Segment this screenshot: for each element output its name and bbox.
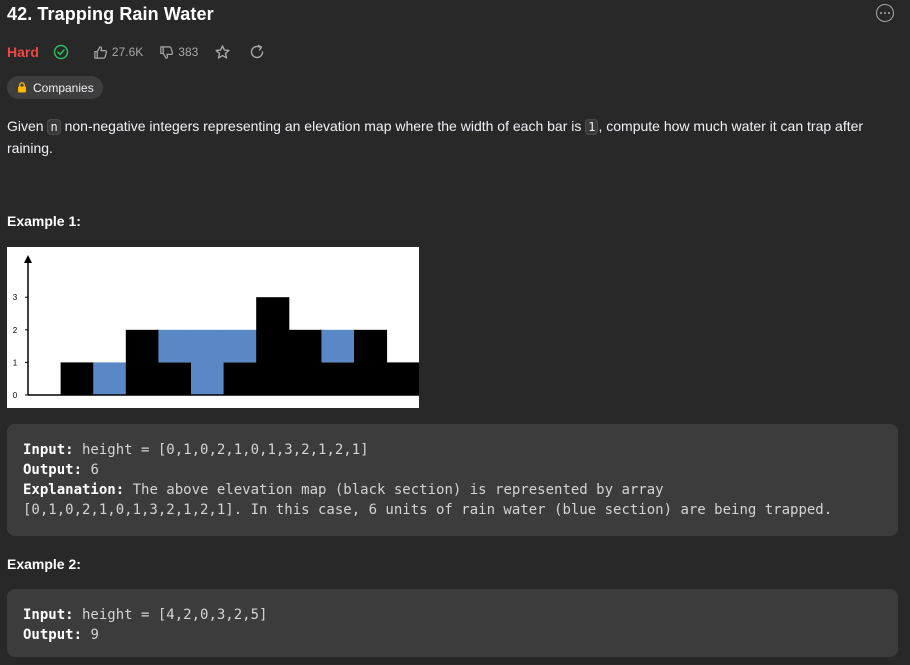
- inline-code-1: 1: [585, 119, 599, 135]
- water-block: [191, 329, 225, 395]
- input-value: height = [4,2,0,3,2,5]: [73, 607, 268, 623]
- input-label: Input:: [23, 442, 74, 458]
- output-value: 9: [82, 627, 99, 643]
- elevation-bar: [288, 329, 322, 395]
- example1-codeblock: Input: height = [0,1,0,2,1,0,1,3,2,1,2,1…: [7, 424, 898, 536]
- like-count: 27.6K: [111, 45, 144, 59]
- water-block: [158, 329, 192, 363]
- example1-title: Example 1:: [7, 213, 81, 229]
- more-icon[interactable]: [876, 4, 894, 22]
- water-block: [223, 329, 257, 363]
- example2-title: Example 2:: [7, 556, 81, 572]
- elevation-map-chart: 0 1 2 3: [13, 255, 420, 400]
- water-block: [93, 362, 127, 395]
- difficulty-badge: Hard: [7, 44, 39, 60]
- elevation-bar: [125, 329, 159, 395]
- problem-meta-row: Hard 27.6K 383: [7, 42, 265, 62]
- dislike-count: 383: [178, 45, 199, 59]
- elevation-map-figure: 0 1 2 3: [7, 247, 420, 408]
- elevation-bar: [223, 362, 257, 395]
- y-tick-label: 3: [13, 293, 18, 302]
- elevation-bar: [386, 362, 420, 395]
- thumb-down-icon: [160, 45, 174, 59]
- elevation-bar: [321, 362, 355, 395]
- thumb-up-icon: [94, 45, 107, 59]
- check-circle-icon: [53, 44, 69, 60]
- explanation-value: The above elevation map (black section) …: [124, 482, 664, 498]
- output-label: Output:: [23, 627, 83, 643]
- output-label: Output:: [23, 462, 83, 478]
- y-tick-label: 1: [13, 358, 18, 367]
- y-axis-arrow: [24, 255, 32, 263]
- companies-label: Companies: [33, 80, 94, 95]
- elevation-bar: [60, 362, 94, 395]
- y-tick-label: 0: [13, 391, 18, 400]
- companies-tag[interactable]: Companies: [7, 76, 103, 99]
- like-button[interactable]: 27.6K: [93, 45, 143, 60]
- elevation-bar: [354, 329, 388, 395]
- explanation-label: Explanation:: [23, 482, 125, 498]
- inline-code-n: n: [47, 119, 61, 135]
- input-value: height = [0,1,0,2,1,0,1,3,2,1,2,1]: [73, 442, 369, 458]
- input-label: Input:: [23, 607, 74, 623]
- share-icon[interactable]: [249, 44, 265, 60]
- problem-title: 42. Trapping Rain Water: [7, 4, 214, 24]
- explanation-line2: [0,1,0,2,1,0,1,3,2,1,2,1]. In this case,…: [23, 502, 833, 518]
- elevation-bar: [256, 297, 290, 395]
- output-value: 6: [82, 462, 99, 478]
- dislike-button[interactable]: 383: [159, 45, 198, 60]
- lock-icon: [17, 82, 27, 93]
- star-icon[interactable]: [214, 44, 231, 61]
- example2-codeblock: Input: height = [4,2,0,3,2,5] Output: 9: [7, 589, 898, 657]
- elevation-bar: [158, 362, 192, 395]
- water-block: [321, 329, 355, 363]
- y-tick-label: 2: [13, 326, 18, 335]
- problem-description: Given n non-negative integers representi…: [7, 118, 864, 156]
